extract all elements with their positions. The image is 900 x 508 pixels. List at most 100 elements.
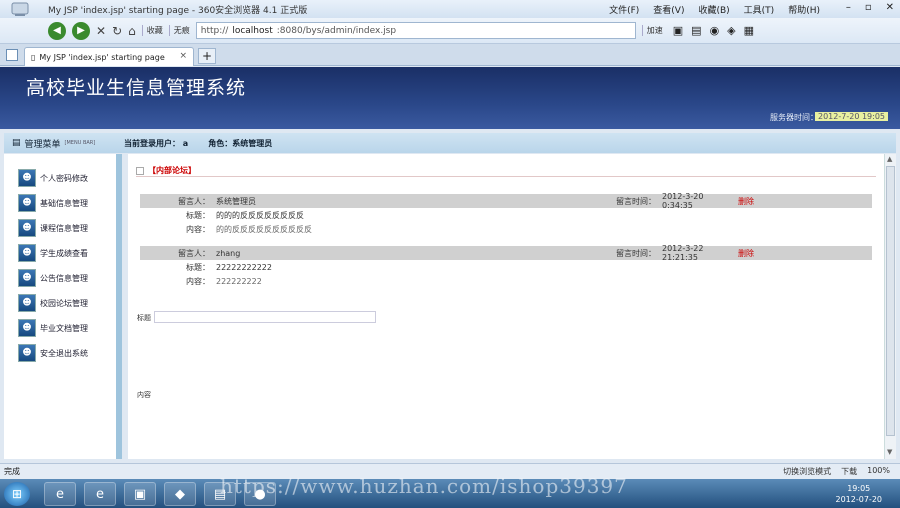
stop-icon[interactable]: ✕ <box>96 24 106 38</box>
download-button[interactable]: 下载 <box>841 466 857 477</box>
user-icon: ☻ <box>18 244 36 262</box>
server-time: 2012-7-20 19:05 <box>815 112 888 121</box>
user-icon: ☻ <box>18 319 36 337</box>
menu-item-label: 课程信息管理 <box>40 223 88 233</box>
menu-item-logout[interactable]: ☻ 安全退出系统 <box>18 344 88 362</box>
menu-item-documents[interactable]: ☻ 毕业文档管理 <box>18 319 88 337</box>
menu-item-basic-info[interactable]: ☻ 基础信息管理 <box>18 194 88 212</box>
scrollbar-thumb[interactable] <box>886 166 895 436</box>
address-path: :8080/bys/admin/index.jsp <box>276 25 397 36</box>
role-value: 系统管理员 <box>232 138 273 148</box>
close-icon[interactable]: ✕ <box>886 2 894 13</box>
menu-file[interactable]: 文件(F) <box>609 3 639 16</box>
system-clock[interactable]: 19:05 2012-07-20 <box>836 483 883 505</box>
back-icon[interactable]: ◀ <box>48 21 66 40</box>
message-subject-row: 标题： 的的的反反反反反反反反 <box>140 208 872 222</box>
ie-taskbar-icon[interactable]: e <box>44 482 76 506</box>
refresh-icon[interactable]: ↻ <box>112 24 122 38</box>
extension-icon[interactable]: ▣ <box>673 24 683 37</box>
time-label: 留言时间： <box>616 196 656 206</box>
subject-value: 22222222222 <box>216 262 272 272</box>
sidebar-toggle-icon[interactable] <box>6 49 18 61</box>
statusbar-right: 切换浏览模式 下载 100% <box>783 466 890 477</box>
address-bar[interactable]: http://localhost:8080/bys/admin/index.js… <box>195 22 636 39</box>
current-user-value: a <box>182 138 189 148</box>
author-label: 留言人： <box>178 196 210 206</box>
menu-item-forum[interactable]: ☻ 校园论坛管理 <box>18 294 88 312</box>
menu-help[interactable]: 帮助(H) <box>788 3 820 16</box>
tab-bar: ▯ My JSP 'index.jsp' starting page × + <box>0 44 900 66</box>
current-user-label: 当前登录用户： <box>124 138 180 148</box>
delete-link[interactable]: 删除 <box>730 248 754 259</box>
delete-link[interactable]: 删除 <box>730 196 754 207</box>
user-icon: ☻ <box>18 219 36 237</box>
menu-tools[interactable]: 工具(T) <box>744 3 775 16</box>
extension-icon[interactable]: ◉ <box>710 24 720 37</box>
address-host: localhost <box>232 25 273 36</box>
scroll-up-icon[interactable]: ▲ <box>887 155 892 163</box>
user-status-row: ▤ 管理菜单 [MENU BAR] 当前登录用户： a 角色：系统管理员 <box>4 133 896 153</box>
main-content: 【内部论坛】 留言人： 系统管理员 留言时间： 2012-3-20 0:34:3… <box>128 154 884 459</box>
start-button[interactable]: ⊞ <box>4 482 30 506</box>
app-title: 高校毕业生信息管理系统 <box>26 77 247 99</box>
subject-value: 的的的反反反反反反反反 <box>216 210 304 220</box>
scroll-down-icon[interactable]: ▼ <box>887 448 892 456</box>
browser-tab[interactable]: ▯ My JSP 'index.jsp' starting page × <box>24 47 194 66</box>
tab-title: My JSP 'index.jsp' starting page <box>39 52 165 62</box>
window-controls: – ▫ ✕ <box>846 2 894 13</box>
user-info: 当前登录用户： a 角色：系统管理员 <box>124 138 272 149</box>
page-icon: ▯ <box>31 52 36 62</box>
time-value: 2012-3-22 21:21:35 <box>662 244 704 262</box>
vertical-scrollbar[interactable]: ▲ ▼ <box>884 154 896 459</box>
role-label: 角色： <box>208 138 233 148</box>
forward-icon[interactable]: ▶ <box>72 21 90 40</box>
minimize-icon[interactable]: – <box>846 2 851 13</box>
extension-icon[interactable]: ◈ <box>727 24 735 37</box>
message-header: 留言人： 系统管理员 留言时间： 2012-3-20 0:34:35 删除 <box>140 192 872 210</box>
toolbar-extensions: ▣ ▤ ◉ ◈ ▦ <box>673 24 754 37</box>
content-value: 222222222 <box>216 276 262 286</box>
section-header: 【内部论坛】 <box>136 165 196 176</box>
address-prefix: http:// <box>200 25 229 36</box>
menu-item-label: 校园论坛管理 <box>40 298 88 308</box>
menu-view[interactable]: 查看(V) <box>653 3 684 16</box>
author-label: 留言人： <box>178 248 210 258</box>
section-checkbox-icon <box>136 166 144 175</box>
app-taskbar-icon[interactable]: ▣ <box>124 482 156 506</box>
favorites-button[interactable]: 收藏 <box>141 25 163 36</box>
home-icon[interactable]: ⌂ <box>128 24 136 38</box>
user-icon: ☻ <box>18 294 36 312</box>
browser360-taskbar-icon[interactable]: e <box>84 482 116 506</box>
menu-favorites[interactable]: 收藏(B) <box>698 3 729 16</box>
status-text: 完成 <box>4 467 20 476</box>
browser-menubar: 文件(F) 查看(V) 收藏(B) 工具(T) 帮助(H) <box>609 3 820 16</box>
speedup-button[interactable]: 加速 <box>641 25 663 36</box>
new-tab-button[interactable]: + <box>198 48 216 64</box>
menu-item-password[interactable]: ☻ 个人密码修改 <box>18 169 88 187</box>
form-content-label: 内容 <box>137 391 151 399</box>
menu-item-grades[interactable]: ☻ 学生成绩查看 <box>18 244 88 262</box>
subject-input[interactable] <box>154 311 376 323</box>
menu-item-courses[interactable]: ☻ 课程信息管理 <box>18 219 88 237</box>
message-content-row: 内容： 222222222 <box>140 274 872 288</box>
menu-title: ▤ 管理菜单 [MENU BAR] <box>4 137 124 150</box>
maximize-icon[interactable]: ▫ <box>865 2 872 13</box>
tab-close-icon[interactable]: × <box>179 51 187 61</box>
time-label: 留言时间： <box>616 248 656 258</box>
time-value: 2012-3-20 0:34:35 <box>662 192 704 210</box>
incognito-button[interactable]: 无痕 <box>168 25 190 36</box>
section-title: 【内部论坛】 <box>148 166 196 175</box>
subject-label: 标题： <box>186 262 210 272</box>
extension-icon[interactable]: ▦ <box>744 24 754 37</box>
zoom-level[interactable]: 100% <box>867 466 890 477</box>
menu-item-label: 毕业文档管理 <box>40 323 88 333</box>
message-subject-row: 标题： 22222222222 <box>140 260 872 274</box>
menu-item-notices[interactable]: ☻ 公告信息管理 <box>18 269 88 287</box>
menu-item-label: 学生成绩查看 <box>40 248 88 258</box>
subject-label: 标题： <box>186 210 210 220</box>
extension-icon[interactable]: ▤ <box>691 24 701 37</box>
app-taskbar-icon[interactable]: ◆ <box>164 482 196 506</box>
switch-mode-button[interactable]: 切换浏览模式 <box>783 466 831 477</box>
app-header: 高校毕业生信息管理系统 服务器时间： 2012-7-20 19:05 <box>0 67 900 129</box>
content-value: 的的反反反反反反反反反反 <box>216 224 312 234</box>
